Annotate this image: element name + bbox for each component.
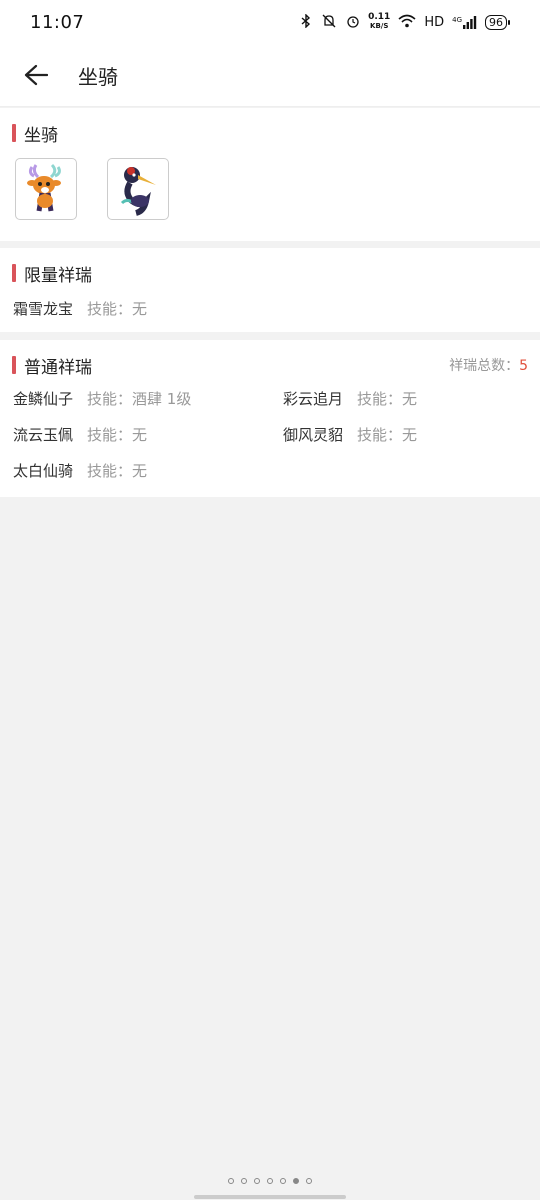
page-dot[interactable] bbox=[241, 1178, 247, 1184]
normal-section-header: 普通祥瑞 祥瑞总数：5 bbox=[0, 352, 540, 378]
section-marker bbox=[12, 356, 16, 374]
page-dot[interactable] bbox=[293, 1178, 299, 1184]
limited-section-header: 限量祥瑞 bbox=[0, 260, 540, 286]
page-dot[interactable] bbox=[228, 1178, 234, 1184]
list-item: 太白仙骑 技能：无 bbox=[0, 460, 271, 481]
status-bar: 11:07 0.11 KB/S HD 4G 96 bbox=[0, 0, 540, 44]
limited-card: 限量祥瑞 霜雪龙宝 技能：无 bbox=[0, 248, 540, 332]
bluetooth-icon bbox=[300, 12, 312, 31]
crane-mount-icon bbox=[120, 167, 156, 216]
list-item: 霜雪龙宝 技能：无 bbox=[0, 298, 271, 319]
back-arrow-icon bbox=[24, 64, 48, 86]
net-speed: 0.11 KB/S bbox=[368, 12, 391, 31]
limited-section-title: 限量祥瑞 bbox=[24, 265, 92, 286]
status-time: 11:07 bbox=[30, 11, 85, 33]
item-skill: 技能：无 bbox=[87, 461, 148, 480]
item-name: 御风灵貂 bbox=[283, 425, 344, 444]
normal-section-title: 普通祥瑞 bbox=[24, 357, 92, 378]
item-skill: 技能：无 bbox=[357, 389, 418, 408]
signal-icon: 4G bbox=[452, 15, 477, 29]
item-name: 彩云追月 bbox=[283, 389, 344, 408]
list-row: 流云玉佩 技能：无 御风灵貂 技能：无 bbox=[0, 416, 540, 452]
list-row: 霜雪龙宝 技能：无 bbox=[0, 290, 540, 326]
status-icons: 0.11 KB/S HD 4G 96 bbox=[300, 13, 510, 31]
mute-bell-icon bbox=[320, 14, 338, 31]
battery-indicator: 96 bbox=[485, 14, 510, 30]
page-dot[interactable] bbox=[280, 1178, 286, 1184]
page-dot[interactable] bbox=[267, 1178, 273, 1184]
section-marker bbox=[12, 264, 16, 282]
item-skill: 技能：无 bbox=[87, 299, 148, 318]
page-title: 坐骑 bbox=[78, 64, 118, 89]
wifi-icon bbox=[398, 14, 416, 31]
list-row: 金鳞仙子 技能：酒肆 1级 彩云追月 技能：无 bbox=[0, 380, 540, 416]
mount-list bbox=[0, 158, 540, 220]
mount-tile-deer[interactable] bbox=[15, 158, 77, 220]
back-button[interactable] bbox=[18, 57, 54, 93]
mounts-section-header: 坐骑 bbox=[0, 120, 540, 146]
list-item: 流云玉佩 技能：无 bbox=[0, 424, 270, 445]
list-row: 太白仙骑 技能：无 bbox=[0, 452, 540, 488]
page-indicator bbox=[0, 1178, 540, 1184]
page-dot[interactable] bbox=[306, 1178, 312, 1184]
item-skill: 技能：酒肆 1级 bbox=[87, 389, 192, 408]
item-name: 流云玉佩 bbox=[13, 425, 74, 444]
item-name: 金鳞仙子 bbox=[13, 389, 74, 408]
mounts-card: 坐骑 bbox=[0, 108, 540, 241]
item-name: 霜雪龙宝 bbox=[13, 299, 74, 318]
item-skill: 技能：无 bbox=[357, 425, 418, 444]
list-item: 金鳞仙子 技能：酒肆 1级 bbox=[0, 388, 270, 409]
item-name: 太白仙骑 bbox=[13, 461, 74, 480]
section-marker bbox=[12, 124, 16, 142]
page-dot[interactable] bbox=[254, 1178, 260, 1184]
total-count: 祥瑞总数：5 bbox=[449, 358, 528, 374]
app-bar: 坐骑 bbox=[0, 44, 540, 107]
hd-indicator: HD bbox=[424, 14, 445, 30]
mount-tile-crane[interactable] bbox=[107, 158, 169, 220]
deer-mount-icon bbox=[27, 163, 61, 212]
alarm-icon bbox=[346, 14, 360, 31]
list-item: 御风灵貂 技能：无 bbox=[270, 424, 540, 445]
list-item: 彩云追月 技能：无 bbox=[270, 388, 540, 409]
home-indicator[interactable] bbox=[194, 1195, 346, 1199]
item-skill: 技能：无 bbox=[87, 425, 148, 444]
normal-card: 普通祥瑞 祥瑞总数：5 金鳞仙子 技能：酒肆 1级 彩云追月 技能：无 流云玉佩… bbox=[0, 340, 540, 497]
mounts-section-title: 坐骑 bbox=[24, 125, 58, 146]
